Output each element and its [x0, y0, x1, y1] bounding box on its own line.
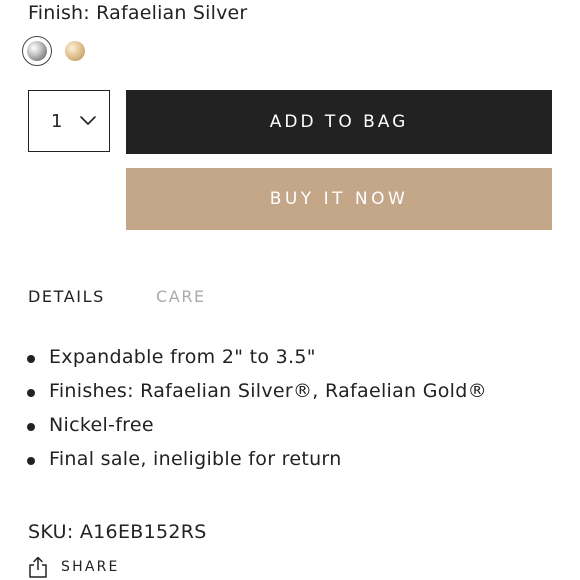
swatch-gold[interactable]	[65, 41, 85, 61]
sku: SKU: A16EB152RS	[28, 521, 207, 543]
list-item: Final sale, ineligible for return	[24, 448, 564, 482]
bullet-icon	[27, 389, 35, 397]
list-item-text: Final sale, ineligible for return	[49, 448, 342, 470]
tab-care[interactable]: CARE	[156, 287, 206, 306]
add-to-bag-button[interactable]: ADD TO BAG	[126, 90, 552, 154]
list-item-text: Expandable from 2" to 3.5"	[49, 346, 316, 368]
finish-selected-value: Rafaelian Silver	[96, 2, 248, 24]
buy-it-now-button[interactable]: BUY IT NOW	[126, 168, 552, 230]
tab-details[interactable]: DETAILS	[28, 287, 105, 306]
finish-swatches	[22, 36, 102, 68]
list-item-text: Finishes: Rafaelian Silver®, Rafaelian G…	[49, 380, 487, 402]
list-item: Expandable from 2" to 3.5"	[24, 346, 564, 380]
share-button[interactable]: SHARE	[28, 555, 120, 579]
buy-it-now-label: BUY IT NOW	[269, 189, 409, 209]
sku-label: SKU:	[28, 521, 74, 543]
bullet-icon	[27, 457, 35, 465]
add-to-bag-label: ADD TO BAG	[269, 112, 409, 132]
finish-label: Finish: Rafaelian Silver	[28, 2, 247, 24]
swatch-silver[interactable]	[22, 36, 52, 66]
list-item-text: Nickel-free	[49, 414, 154, 436]
share-label: SHARE	[61, 559, 120, 575]
quantity-select[interactable]: 1	[28, 90, 110, 152]
quantity-value: 1	[51, 111, 63, 132]
bullet-icon	[27, 423, 35, 431]
chevron-down-icon	[80, 116, 96, 125]
details-list: Expandable from 2" to 3.5" Finishes: Raf…	[24, 346, 564, 482]
finish-label-prefix: Finish:	[28, 2, 90, 24]
sku-value: A16EB152RS	[79, 521, 207, 543]
swatch-silver-fill	[27, 41, 47, 61]
list-item: Nickel-free	[24, 414, 564, 448]
list-item: Finishes: Rafaelian Silver®, Rafaelian G…	[24, 380, 564, 414]
bullet-icon	[27, 355, 35, 363]
product-info-tabs: DETAILS CARE	[28, 287, 328, 309]
share-icon	[29, 556, 47, 578]
